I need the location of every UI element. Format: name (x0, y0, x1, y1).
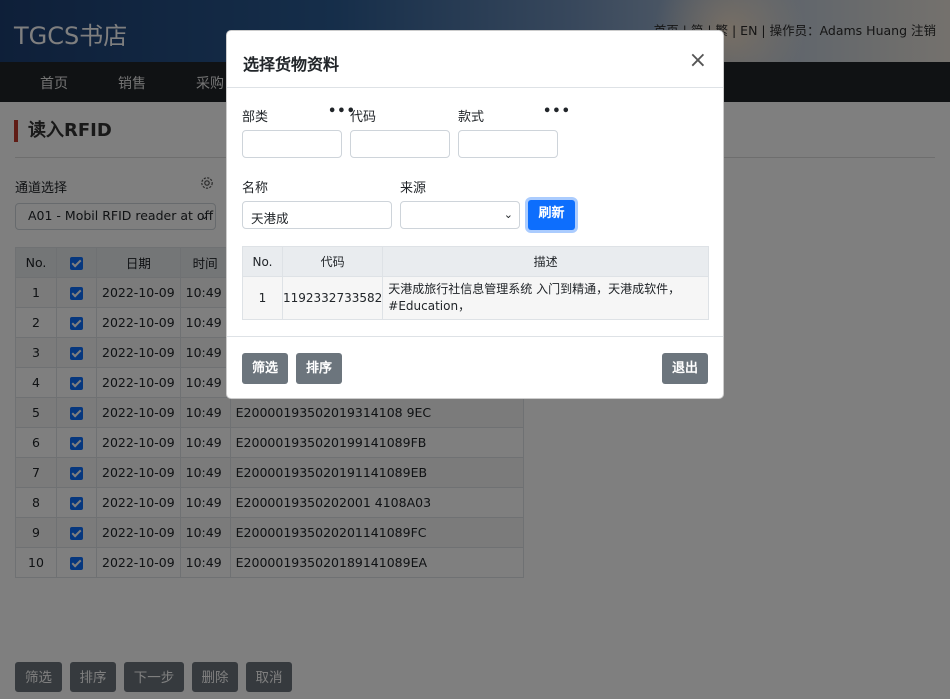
refresh-button[interactable]: 刷新 (528, 200, 575, 230)
goods-cell-no: 1 (242, 276, 283, 320)
goods-col-code[interactable]: 代码 (281, 246, 384, 277)
source-label: 来源 (400, 181, 427, 196)
style-more-icon[interactable]: ••• (543, 104, 571, 119)
select-goods-dialog: 选择货物资料 × 部类 ••• 代码 款式 ••• 名称 来源 天港成 ⌄ 刷新… (226, 30, 724, 399)
name-input[interactable]: 天港成 (242, 201, 392, 229)
dept-label: 部类 (242, 110, 269, 125)
code-input[interactable] (350, 130, 450, 158)
dialog-sort-button[interactable]: 排序 (296, 353, 342, 384)
goods-cell-code: 1192332733582 (281, 276, 384, 320)
style-label: 款式 (458, 110, 485, 125)
style-input[interactable] (458, 130, 558, 158)
goods-col-desc[interactable]: 描述 (382, 246, 709, 277)
dialog-filter-button[interactable]: 筛选 (242, 353, 288, 384)
code-label: 代码 (350, 110, 377, 125)
close-icon[interactable]: × (689, 50, 707, 72)
dept-input[interactable] (242, 130, 342, 158)
dialog-title: 选择货物资料 (243, 55, 340, 74)
goods-col-no[interactable]: No. (242, 246, 283, 277)
name-input-value: 天港成 (251, 211, 289, 226)
name-label: 名称 (242, 181, 269, 196)
dialog-header-divider (227, 87, 723, 88)
dialog-footer-divider (227, 336, 723, 337)
dialog-exit-button[interactable]: 退出 (662, 353, 708, 384)
table-row[interactable]: 1 1192332733582 天港成旅行社信息管理系统 入门到精通，天港成软件… (242, 276, 709, 320)
chevron-down-icon: ⌄ (503, 208, 513, 221)
goods-cell-desc: 天港成旅行社信息管理系统 入门到精通，天港成软件，#Education， (382, 276, 709, 320)
goods-table: No. 代码 描述 1 1192332733582 天港成旅行社信息管理系统 入… (242, 246, 709, 320)
source-select[interactable]: ⌄ (400, 201, 520, 229)
